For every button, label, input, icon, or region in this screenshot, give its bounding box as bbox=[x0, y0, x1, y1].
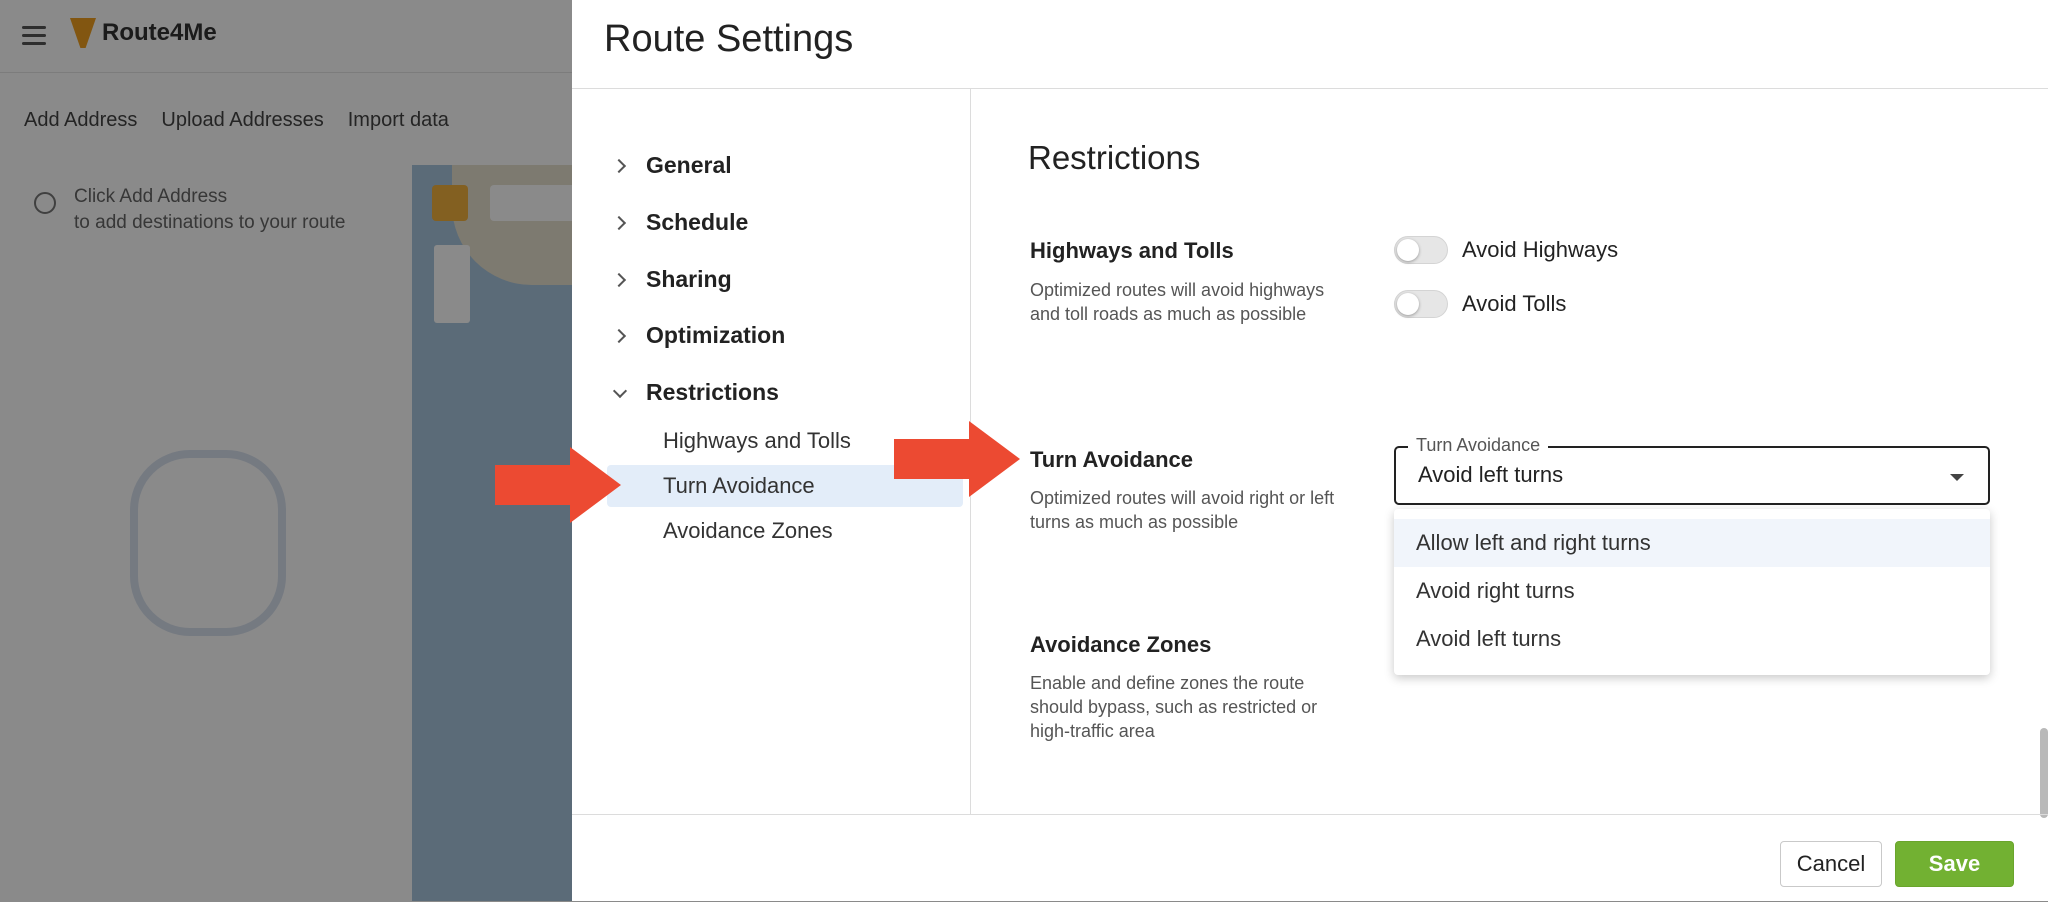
avoidance-zones-label: Avoidance Zones bbox=[1030, 632, 1212, 657]
callout-arrow-icon bbox=[894, 421, 1020, 497]
turn-avoidance-select[interactable]: Turn Avoidance Avoid left turns bbox=[1394, 435, 1990, 505]
caret-down-icon bbox=[1950, 474, 1964, 481]
route-settings-dialog: Route Settings General Schedule Sharing … bbox=[572, 0, 2048, 901]
nav-item-label: Restrictions bbox=[646, 378, 779, 405]
dialog-title: Route Settings bbox=[604, 18, 854, 60]
content-scrollbar[interactable] bbox=[2040, 728, 2048, 818]
save-button[interactable]: Save bbox=[1895, 841, 2014, 887]
highways-tolls-description: Optimized routes will avoid highways and… bbox=[1030, 280, 1325, 324]
cancel-button[interactable]: Cancel bbox=[1780, 841, 1882, 887]
toggle-label: Avoid Tolls bbox=[1462, 291, 1567, 316]
nav-item-restrictions[interactable]: Restrictions bbox=[612, 372, 779, 412]
switch-off[interactable] bbox=[1394, 236, 1448, 264]
switch-off[interactable] bbox=[1394, 290, 1448, 318]
chevron-right-icon bbox=[612, 328, 626, 342]
highways-tolls-label: Highways and Tolls bbox=[1030, 238, 1234, 263]
dialog-footer: Cancel Save bbox=[572, 814, 2048, 902]
nav-subitem-avoidance-zones[interactable]: Avoidance Zones bbox=[607, 510, 963, 552]
callout-arrow-icon bbox=[495, 447, 621, 523]
nav-item-general[interactable]: General bbox=[612, 145, 732, 185]
settings-content: Restrictions Highways and Tolls Optimize… bbox=[972, 89, 2032, 814]
nav-item-optimization[interactable]: Optimization bbox=[612, 315, 785, 355]
turn-avoidance-label: Turn Avoidance bbox=[1030, 447, 1193, 472]
modal-backdrop[interactable] bbox=[0, 0, 572, 901]
option-allow-left-and-right-turns[interactable]: Allow left and right turns bbox=[1394, 519, 1990, 567]
avoid-tolls-toggle[interactable]: Avoid Tolls bbox=[1394, 290, 1566, 318]
nav-item-sharing[interactable]: Sharing bbox=[612, 259, 732, 299]
select-legend: Turn Avoidance bbox=[1408, 435, 1549, 456]
chevron-down-icon bbox=[612, 385, 626, 399]
nav-item-label: Optimization bbox=[646, 321, 786, 348]
section-title: Restrictions bbox=[1028, 139, 1201, 176]
avoidance-zones-description: Enable and define zones the route should… bbox=[1030, 673, 1318, 741]
chevron-right-icon bbox=[612, 158, 626, 172]
select-value: Avoid left turns bbox=[1418, 462, 1564, 487]
toggle-label: Avoid Highways bbox=[1462, 237, 1619, 262]
avoid-highways-toggle[interactable]: Avoid Highways bbox=[1394, 236, 1618, 264]
nav-item-label: Sharing bbox=[646, 265, 732, 292]
nav-item-label: General bbox=[646, 151, 732, 178]
nav-item-schedule[interactable]: Schedule bbox=[612, 202, 748, 242]
chevron-right-icon bbox=[612, 215, 626, 229]
background-app: Route4Me Add Address Upload Addresses Im… bbox=[0, 0, 572, 901]
nav-item-label: Schedule bbox=[646, 208, 749, 235]
turn-avoidance-description: Optimized routes will avoid right or lef… bbox=[1030, 488, 1335, 532]
option-avoid-left-turns[interactable]: Avoid left turns bbox=[1394, 615, 1990, 663]
option-avoid-right-turns[interactable]: Avoid right turns bbox=[1394, 567, 1990, 615]
chevron-right-icon bbox=[612, 272, 626, 286]
turn-avoidance-dropdown-menu: Allow left and right turns Avoid right t… bbox=[1394, 509, 1990, 675]
dialog-header: Route Settings bbox=[572, 0, 2048, 89]
